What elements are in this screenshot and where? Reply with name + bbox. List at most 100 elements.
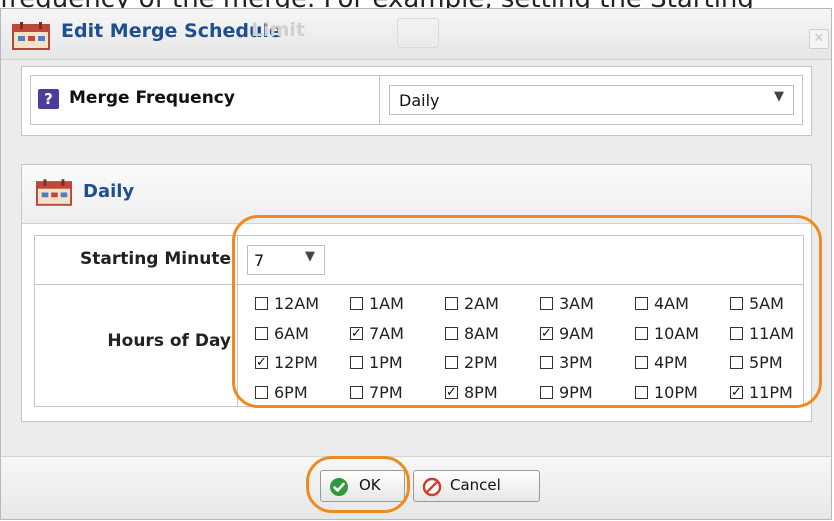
hour-label: 8PM <box>464 382 498 402</box>
merge-frequency-value: Daily <box>399 91 440 110</box>
checkbox-unchecked[interactable] <box>350 385 363 399</box>
starting-minute-value: 7 <box>254 251 265 270</box>
hour-checkbox-item[interactable]: 10AM <box>635 320 730 349</box>
checkbox-checked[interactable]: ✓ <box>445 385 458 399</box>
checkbox-unchecked[interactable] <box>730 326 743 340</box>
checkbox-unchecked[interactable] <box>730 297 743 310</box>
hour-label: 11PM <box>749 382 793 402</box>
checkbox-checked[interactable]: ✓ <box>255 356 268 369</box>
background-ghost-button <box>397 18 439 48</box>
ok-label: OK <box>359 476 381 494</box>
hour-label: 12AM <box>274 294 320 313</box>
checkbox-unchecked[interactable] <box>350 356 363 369</box>
hours-row: 6PM 7PM ✓ 8PM 9PM 10PM ✓ 11PM <box>255 379 815 409</box>
checkbox-unchecked[interactable] <box>350 297 363 310</box>
merge-frequency-label: Merge Frequency <box>69 88 235 108</box>
hour-checkbox-item[interactable]: 7PM <box>350 379 445 408</box>
hours-row: 12AM 1AM 2AM 3AM 4AM 5AM <box>255 290 815 320</box>
hour-checkbox-item[interactable]: ✓ 11PM <box>730 379 825 408</box>
checkbox-checked[interactable]: ✓ <box>540 326 553 340</box>
hour-label: 8AM <box>464 323 499 343</box>
starting-minute-select[interactable]: 7 ▼ <box>247 245 325 275</box>
hour-checkbox-item[interactable]: 5AM <box>730 290 825 319</box>
hours-of-day-label: Hours of Day <box>107 331 231 351</box>
checkbox-unchecked[interactable] <box>540 356 553 369</box>
hour-checkbox-item[interactable]: 10PM <box>635 379 730 408</box>
cancel-label: Cancel <box>450 476 501 494</box>
hours-row: 6AM ✓ 7AM 8AM ✓ 9AM 10AM 11AM <box>255 320 815 350</box>
hour-checkbox-item[interactable]: 1AM <box>350 290 445 319</box>
cancel-circle-icon <box>422 477 442 501</box>
merge-frequency-row: ? Merge Frequency Daily ▼ <box>30 75 803 125</box>
background-text: frequency of the merge. For example, set… <box>0 0 834 8</box>
dialog-footer: OK Cancel <box>1 456 831 519</box>
hour-checkbox-item[interactable]: ✓ 12PM <box>255 349 350 378</box>
hour-checkbox-item[interactable]: 4PM <box>635 349 730 378</box>
cancel-button[interactable]: Cancel <box>413 470 540 502</box>
checkbox-unchecked[interactable] <box>730 356 743 369</box>
hour-checkbox-item[interactable]: 4AM <box>635 290 730 319</box>
hour-label: 4PM <box>654 353 688 372</box>
hour-label: 1PM <box>369 353 403 372</box>
hour-checkbox-item[interactable]: 2PM <box>445 349 540 378</box>
hour-checkbox-item[interactable]: 6AM <box>255 320 350 349</box>
checkbox-unchecked[interactable] <box>445 297 458 310</box>
grid-divider-vertical <box>237 236 238 406</box>
daily-form-grid: Starting Minute 7 ▼ Hours of Day 12AM 1AM… <box>34 235 804 407</box>
hour-checkbox-item[interactable]: 2AM <box>445 290 540 319</box>
checkbox-unchecked[interactable] <box>445 356 458 369</box>
hour-label: 2AM <box>464 294 499 313</box>
hour-checkbox-item[interactable]: 6PM <box>255 379 350 408</box>
checkbox-unchecked[interactable] <box>255 326 268 340</box>
hour-label: 10PM <box>654 382 698 402</box>
hour-label: 9AM <box>559 323 594 343</box>
checkbox-checked[interactable]: ✓ <box>730 385 743 399</box>
dialog-titlebar[interactable]: Edit Merge Schedule Limit ✕ <box>1 9 831 60</box>
hour-checkbox-item[interactable]: 9PM <box>540 379 635 408</box>
hour-checkbox-item[interactable]: 12AM <box>255 290 350 319</box>
help-icon[interactable]: ? <box>38 89 59 109</box>
hour-checkbox-item[interactable]: ✓ 7AM <box>350 320 445 349</box>
checkbox-unchecked[interactable] <box>635 326 648 340</box>
starting-minute-label: Starting Minute <box>80 249 231 269</box>
checkbox-unchecked[interactable] <box>540 297 553 310</box>
checkbox-unchecked[interactable] <box>445 326 458 340</box>
checkbox-unchecked[interactable] <box>540 385 553 399</box>
dialog-title: Edit Merge Schedule <box>61 20 282 42</box>
checkbox-unchecked[interactable] <box>635 297 648 310</box>
hour-label: 12PM <box>274 353 318 372</box>
chevron-down-icon[interactable]: ▼ <box>774 89 784 104</box>
hour-label: 2PM <box>464 353 498 372</box>
hour-checkbox-item[interactable]: ✓ 9AM <box>540 320 635 349</box>
merge-frequency-select[interactable]: Daily ▼ <box>389 85 794 115</box>
hour-checkbox-item[interactable]: 1PM <box>350 349 445 378</box>
background-ghost-title: Limit <box>251 19 306 41</box>
close-button[interactable]: ✕ <box>809 29 829 49</box>
checkbox-unchecked[interactable] <box>255 297 268 310</box>
chevron-down-icon[interactable]: ▼ <box>305 249 315 264</box>
hour-label: 6AM <box>274 323 309 343</box>
calendar-icon <box>36 179 72 210</box>
background-clipped-text: frequency of the merge. For example, set… <box>0 0 754 8</box>
hour-label: 3AM <box>559 294 594 313</box>
hour-label: 7PM <box>369 382 403 402</box>
hour-checkbox-item[interactable]: 5PM <box>730 349 825 378</box>
hour-label: 10AM <box>654 323 700 343</box>
hours-row: ✓ 12PM 1PM 2PM 3PM 4PM 5PM <box>255 349 815 379</box>
hour-checkbox-item[interactable]: 8AM <box>445 320 540 349</box>
checkbox-unchecked[interactable] <box>635 385 648 399</box>
hour-label: 7AM <box>369 323 404 343</box>
daily-panel-header: Daily <box>22 165 811 224</box>
checkbox-unchecked[interactable] <box>635 356 648 369</box>
merge-frequency-panel: ? Merge Frequency Daily ▼ <box>21 66 812 136</box>
hour-checkbox-item[interactable]: 11AM <box>730 320 825 349</box>
hour-checkbox-item[interactable]: 3PM <box>540 349 635 378</box>
checkbox-unchecked[interactable] <box>255 385 268 399</box>
hour-label: 6PM <box>274 382 308 402</box>
checkbox-checked[interactable]: ✓ <box>350 326 363 340</box>
hour-label: 9PM <box>559 382 593 402</box>
daily-panel-title: Daily <box>83 181 135 202</box>
hour-checkbox-item[interactable]: ✓ 8PM <box>445 379 540 408</box>
hour-checkbox-item[interactable]: 3AM <box>540 290 635 319</box>
ok-button[interactable]: OK <box>320 470 405 502</box>
